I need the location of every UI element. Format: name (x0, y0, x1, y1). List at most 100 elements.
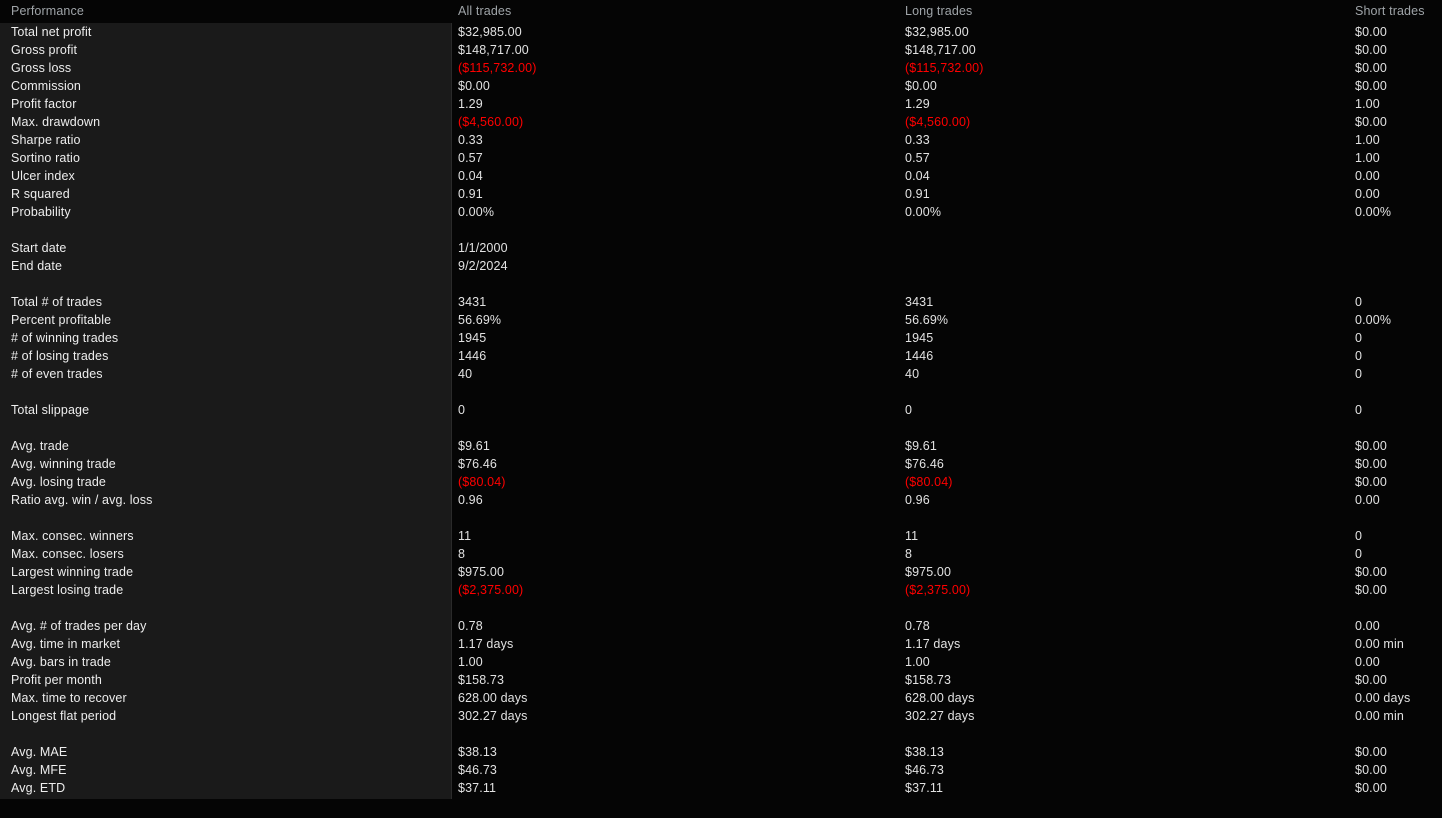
value-short-trades: 0.00% (1355, 205, 1392, 219)
value-all-trades: 3431 (458, 295, 487, 309)
table-row[interactable]: R squared 0.91 0.91 0.00 (0, 185, 1442, 203)
value-short-trades: 0 (1355, 349, 1363, 363)
value-long-trades: 0.33 (905, 133, 930, 147)
value-long-trades: 1.17 days (905, 637, 961, 651)
metric-label: Avg. winning trade (11, 457, 116, 471)
metric-label: # of losing trades (11, 349, 109, 363)
value-short-trades: $0.00 (1355, 115, 1387, 129)
table-row[interactable]: Ratio avg. win / avg. loss 0.96 0.96 0.00 (0, 491, 1442, 509)
table-row[interactable]: Start date 1/1/2000 (0, 239, 1442, 257)
table-row[interactable]: Avg. MAE $38.13 $38.13 $0.00 (0, 743, 1442, 761)
table-row[interactable]: Total # of trades 3431 3431 0 (0, 293, 1442, 311)
metric-label: Start date (11, 241, 67, 255)
value-long-trades: 0.78 (905, 619, 930, 633)
value-short-trades: $0.00 (1355, 61, 1387, 75)
table-row[interactable]: Max. drawdown ($4,560.00) ($4,560.00) $0.00 (0, 113, 1442, 131)
table-row[interactable]: Longest flat period 302.27 days 302.27 day… (0, 707, 1442, 725)
metric-label: Avg. ETD (11, 781, 66, 795)
table-row[interactable]: End date 9/2/2024 (0, 257, 1442, 275)
table-row[interactable]: Sharpe ratio 0.33 0.33 1.00 (0, 131, 1442, 149)
table-row[interactable]: Sortino ratio 0.57 0.57 1.00 (0, 149, 1442, 167)
metric-label: Max. drawdown (11, 115, 101, 129)
metric-label: Gross loss (11, 61, 72, 75)
table-row[interactable]: Avg. MFE $46.73 $46.73 $0.00 (0, 761, 1442, 779)
value-all-trades: ($115,732.00) (458, 61, 537, 75)
value-all-trades: 0.00% (458, 205, 495, 219)
value-all-trades: $975.00 (458, 565, 505, 579)
metric-label: Avg. MAE (11, 745, 68, 759)
value-long-trades: ($4,560.00) (905, 115, 971, 129)
value-long-trades: $32,985.00 (905, 25, 969, 39)
column-header-all-trades[interactable]: All trades (458, 0, 888, 23)
table-row[interactable]: Total slippage 0 0 0 (0, 401, 1442, 419)
value-short-trades: $0.00 (1355, 457, 1387, 471)
table-row[interactable]: Avg. losing trade ($80.04) ($80.04) $0.00 (0, 473, 1442, 491)
table-row[interactable]: Avg. winning trade $76.46 $76.46 $0.00 (0, 455, 1442, 473)
metric-label: Max. consec. winners (11, 529, 134, 543)
value-long-trades: 0.04 (905, 169, 930, 183)
value-all-trades: 40 (458, 367, 473, 381)
value-short-trades: 0.00 (1355, 169, 1380, 183)
table-row[interactable]: Avg. bars in trade 1.00 1.00 0.00 (0, 653, 1442, 671)
value-long-trades: $38.13 (905, 745, 944, 759)
value-all-trades: ($2,375.00) (458, 583, 524, 597)
table-row[interactable]: Largest losing trade ($2,375.00) ($2,375.0… (0, 581, 1442, 599)
table-row[interactable]: Commission $0.00 $0.00 $0.00 (0, 77, 1442, 95)
value-short-trades: $0.00 (1355, 745, 1387, 759)
table-row[interactable]: Total net profit $32,985.00 $32,985.00 $0.0… (0, 23, 1442, 41)
table-row[interactable]: Largest winning trade $975.00 $975.00 $0.00 (0, 563, 1442, 581)
value-all-trades: $46.73 (458, 763, 497, 777)
value-long-trades: 0 (905, 403, 913, 417)
value-long-trades: ($80.04) (905, 475, 953, 489)
value-long-trades: ($115,732.00) (905, 61, 984, 75)
value-all-trades: 1.29 (458, 97, 483, 111)
value-long-trades: 0.00% (905, 205, 942, 219)
value-all-trades: 0.33 (458, 133, 483, 147)
column-header-long-trades[interactable]: Long trades (905, 0, 1335, 23)
table-row[interactable]: Profit per month $158.73 $158.73 $0.00 (0, 671, 1442, 689)
value-short-trades: $0.00 (1355, 763, 1387, 777)
value-long-trades: ($2,375.00) (905, 583, 971, 597)
table-row[interactable]: # of even trades 40 40 0 (0, 365, 1442, 383)
table-row[interactable]: Avg. ETD $37.11 $37.11 $0.00 (0, 779, 1442, 797)
table-spacer-row (0, 725, 1442, 743)
table-row[interactable]: Max. time to recover 628.00 days 628.00 da… (0, 689, 1442, 707)
value-short-trades: 0.00% (1355, 313, 1392, 327)
value-long-trades: $9.61 (905, 439, 937, 453)
value-long-trades: 302.27 days (905, 709, 975, 723)
metric-label: # of winning trades (11, 331, 119, 345)
column-header-short-trades[interactable]: Short trades (1355, 0, 1442, 23)
value-all-trades: $32,985.00 (458, 25, 522, 39)
value-all-trades: 56.69% (458, 313, 502, 327)
performance-report: Performance All trades Long trades Short… (0, 0, 1442, 818)
table-row[interactable]: Avg. time in market 1.17 days 1.17 days 0.0… (0, 635, 1442, 653)
value-all-trades: 0.96 (458, 493, 483, 507)
table-row[interactable]: Gross profit $148,717.00 $148,717.00 $0.00 (0, 41, 1442, 59)
table-row[interactable]: Avg. trade $9.61 $9.61 $0.00 (0, 437, 1442, 455)
table-header-row: Performance All trades Long trades Short… (0, 0, 1442, 23)
value-short-trades: 1.00 (1355, 97, 1380, 111)
table-row[interactable]: Max. consec. losers 8 8 0 (0, 545, 1442, 563)
value-all-trades: 1.00 (458, 655, 483, 669)
metric-label: Max. consec. losers (11, 547, 124, 561)
table-row[interactable]: Percent profitable 56.69% 56.69% 0.00% (0, 311, 1442, 329)
table-spacer-row (0, 221, 1442, 239)
table-row[interactable]: # of winning trades 1945 1945 0 (0, 329, 1442, 347)
metric-label: Sharpe ratio (11, 133, 81, 147)
table-row[interactable]: Avg. # of trades per day 0.78 0.78 0.00 (0, 617, 1442, 635)
metric-label: Largest winning trade (11, 565, 134, 579)
table-row[interactable]: Gross loss ($115,732.00) ($115,732.00) $0.0… (0, 59, 1442, 77)
table-row[interactable]: Ulcer index 0.04 0.04 0.00 (0, 167, 1442, 185)
value-all-trades: $9.61 (458, 439, 490, 453)
table-row[interactable]: # of losing trades 1446 1446 0 (0, 347, 1442, 365)
metric-label: Ratio avg. win / avg. loss (11, 493, 153, 507)
value-all-trades: $37.11 (458, 781, 497, 795)
metric-label: Total # of trades (11, 295, 103, 309)
table-row[interactable]: Probability 0.00% 0.00% 0.00% (0, 203, 1442, 221)
value-short-trades: $0.00 (1355, 439, 1387, 453)
value-short-trades: $0.00 (1355, 781, 1387, 795)
table-row[interactable]: Max. consec. winners 11 11 0 (0, 527, 1442, 545)
column-header-performance[interactable]: Performance (11, 0, 441, 23)
value-all-trades: 0.04 (458, 169, 483, 183)
table-row[interactable]: Profit factor 1.29 1.29 1.00 (0, 95, 1442, 113)
